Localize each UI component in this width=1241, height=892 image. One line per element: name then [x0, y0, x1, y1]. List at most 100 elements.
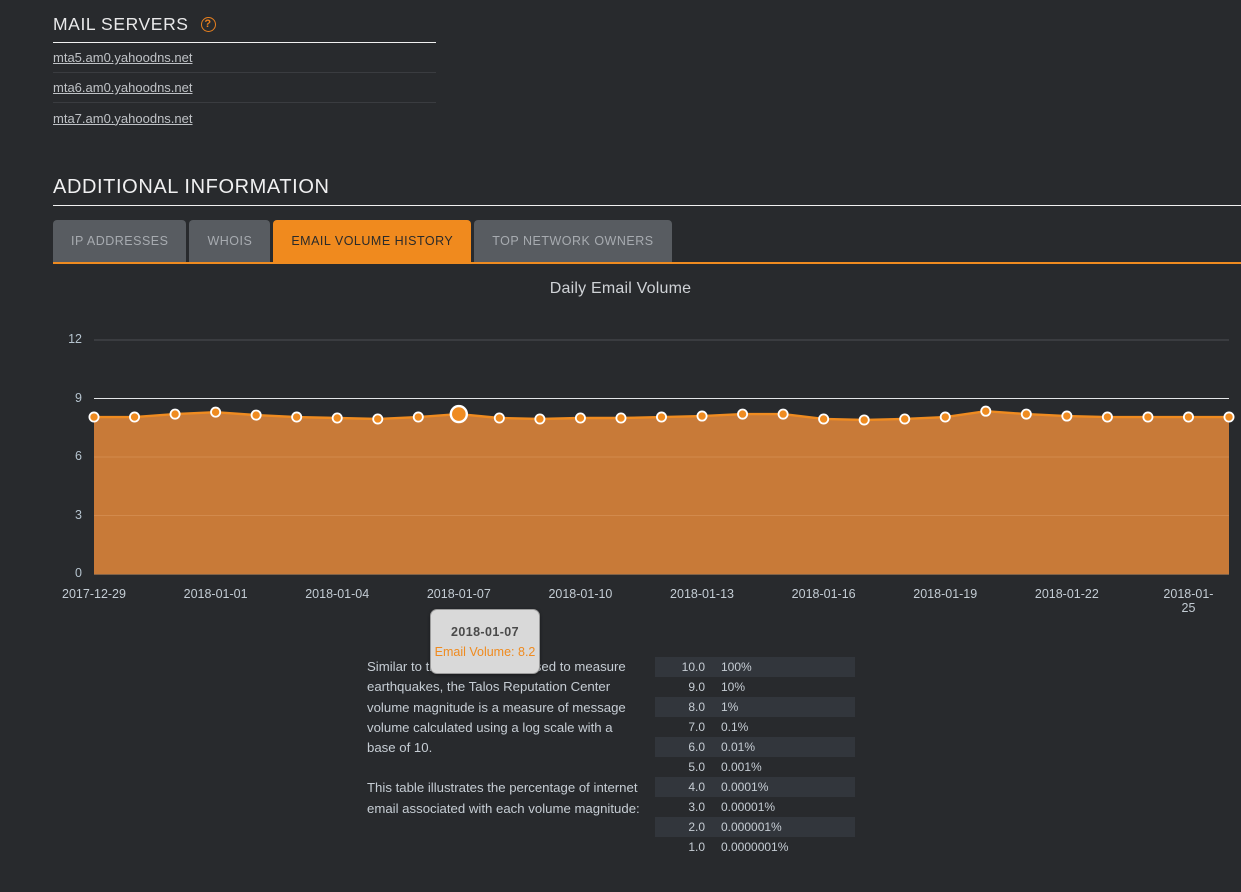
- chart-data-point[interactable]: [373, 414, 382, 423]
- volume-magnitude-value: 9.0: [655, 677, 713, 697]
- tab-whois[interactable]: WHOIS: [189, 220, 270, 262]
- chart-data-point[interactable]: [130, 412, 139, 421]
- additional-information-divider: [53, 205, 1241, 206]
- y-axis-tick-label: 9: [52, 391, 82, 405]
- table-row: 5.00.001%: [655, 757, 855, 777]
- chart-svg: [0, 272, 1241, 612]
- chart-data-point[interactable]: [495, 413, 504, 422]
- tab-label: WHOIS: [207, 234, 252, 248]
- mail-servers-list: mta5.am0.yahoodns.net mta6.am0.yahoodns.…: [53, 43, 436, 133]
- chart-tooltip: 2018-01-07 Email Volume: 8.2: [430, 609, 540, 674]
- x-axis-tick-label: 2018-01-01: [184, 587, 248, 601]
- x-axis-tick-label: 2018-01-07: [427, 587, 491, 601]
- chart-data-point[interactable]: [1143, 412, 1152, 421]
- volume-magnitude-value: 10.0: [655, 657, 713, 677]
- y-axis-tick-label: 0: [52, 566, 82, 580]
- volume-magnitude-value: 4.0: [655, 777, 713, 797]
- mail-server-link[interactable]: mta5.am0.yahoodns.net: [53, 50, 192, 65]
- volume-percent-value: 0.0001%: [713, 777, 855, 797]
- tab-email-volume-history[interactable]: EMAIL VOLUME HISTORY: [273, 220, 471, 262]
- chart-data-point[interactable]: [900, 414, 909, 423]
- chart-data-point[interactable]: [89, 412, 98, 421]
- x-axis-tick-label: 2018-01-10: [548, 587, 612, 601]
- x-axis-tick-label: 2018-01-16: [792, 587, 856, 601]
- table-row: 7.00.1%: [655, 717, 855, 737]
- chart-data-point[interactable]: [616, 413, 625, 422]
- chart-data-point[interactable]: [860, 415, 869, 424]
- chart-data-point[interactable]: [451, 406, 467, 422]
- chart-data-point[interactable]: [170, 410, 179, 419]
- chart-data-point[interactable]: [779, 410, 788, 419]
- chart-data-point[interactable]: [211, 408, 220, 417]
- x-axis-tick-label: 2018-01-13: [670, 587, 734, 601]
- table-row: 4.00.0001%: [655, 777, 855, 797]
- volume-magnitude-value: 3.0: [655, 797, 713, 817]
- chart-data-point[interactable]: [941, 412, 950, 421]
- question-circle-icon[interactable]: ?: [201, 17, 216, 32]
- chart-data-point[interactable]: [333, 413, 342, 422]
- table-row: 10.0100%: [655, 657, 855, 677]
- table-row: 1.00.0000001%: [655, 837, 855, 857]
- email-volume-chart: Daily Email Volume 036912 2017-12-292018…: [0, 272, 1241, 622]
- chart-data-point[interactable]: [414, 412, 423, 421]
- volume-magnitude-value: 1.0: [655, 837, 713, 857]
- volume-magnitude-value: 2.0: [655, 817, 713, 837]
- volume-magnitude-value: 5.0: [655, 757, 713, 777]
- volume-magnitude-table: 10.0100%9.010%8.01%7.00.1%6.00.01%5.00.0…: [655, 657, 855, 857]
- tab-top-network-owners[interactable]: TOP NETWORK OWNERS: [474, 220, 671, 262]
- chart-data-point[interactable]: [1062, 411, 1071, 420]
- list-item[interactable]: mta5.am0.yahoodns.net: [53, 43, 436, 73]
- chart-data-point[interactable]: [535, 414, 544, 423]
- table-row: 8.01%: [655, 697, 855, 717]
- x-axis-tick-label: 2018-01-04: [305, 587, 369, 601]
- table-row: 6.00.01%: [655, 737, 855, 757]
- x-axis-tick-label: 2018-01-25: [1162, 587, 1215, 615]
- table-row: 2.00.000001%: [655, 817, 855, 837]
- mail-server-link[interactable]: mta7.am0.yahoodns.net: [53, 111, 192, 126]
- chart-data-point[interactable]: [1022, 410, 1031, 419]
- chart-data-point[interactable]: [738, 410, 747, 419]
- tab-label: TOP NETWORK OWNERS: [492, 234, 653, 248]
- tab-bar-underline: [53, 262, 1241, 264]
- additional-information-title: ADDITIONAL INFORMATION: [53, 176, 330, 199]
- volume-magnitude-value: 7.0: [655, 717, 713, 737]
- volume-magnitude-value: 6.0: [655, 737, 713, 757]
- chart-data-point[interactable]: [1103, 412, 1112, 421]
- tab-ip-addresses[interactable]: IP ADDRESSES: [53, 220, 186, 262]
- y-axis-tick-label: 3: [52, 508, 82, 522]
- page-root: MAIL SERVERS ? mta5.am0.yahoodns.net mta…: [0, 0, 1241, 892]
- chart-area-fill: [94, 411, 1229, 574]
- tab-bar: IP ADDRESSES WHOIS EMAIL VOLUME HISTORY …: [53, 220, 672, 262]
- chart-data-point[interactable]: [697, 411, 706, 420]
- x-axis-tick-label: 2017-12-29: [62, 587, 126, 601]
- volume-percent-value: 100%: [713, 657, 855, 677]
- y-axis-tick-label: 12: [52, 332, 82, 346]
- tab-label: IP ADDRESSES: [71, 234, 168, 248]
- chart-data-point[interactable]: [252, 410, 261, 419]
- volume-percent-value: 0.0000001%: [713, 837, 855, 857]
- volume-magnitude-description: Similar to the Richter scale used to mea…: [367, 657, 642, 839]
- chart-data-point[interactable]: [657, 412, 666, 421]
- chart-data-point[interactable]: [819, 414, 828, 423]
- chart-plot-area[interactable]: 0 3 6 9 12 2017-12-29 2018-01-01 2018-01-04 201…: [0, 272, 1241, 612]
- chart-data-point[interactable]: [981, 407, 990, 416]
- tooltip-value: Email Volume: 8.2: [431, 645, 539, 659]
- table-row: 3.00.00001%: [655, 797, 855, 817]
- mail-servers-section: MAIL SERVERS ? mta5.am0.yahoodns.net mta…: [53, 14, 436, 133]
- volume-percent-value: 1%: [713, 697, 855, 717]
- mail-server-link[interactable]: mta6.am0.yahoodns.net: [53, 80, 192, 95]
- mail-servers-heading: MAIL SERVERS ?: [53, 14, 436, 42]
- list-item[interactable]: mta6.am0.yahoodns.net: [53, 73, 436, 103]
- chart-data-point[interactable]: [292, 412, 301, 421]
- volume-magnitude-value: 8.0: [655, 697, 713, 717]
- volume-percent-value: 10%: [713, 677, 855, 697]
- tooltip-date: 2018-01-07: [431, 625, 539, 639]
- chart-data-point[interactable]: [1224, 412, 1233, 421]
- description-paragraph-2: This table illustrates the percentage of…: [367, 778, 642, 819]
- volume-percent-value: 0.001%: [713, 757, 855, 777]
- list-item[interactable]: mta7.am0.yahoodns.net: [53, 103, 436, 133]
- chart-data-point[interactable]: [1184, 412, 1193, 421]
- volume-percent-value: 0.00001%: [713, 797, 855, 817]
- y-axis-tick-label: 6: [52, 449, 82, 463]
- chart-data-point[interactable]: [576, 413, 585, 422]
